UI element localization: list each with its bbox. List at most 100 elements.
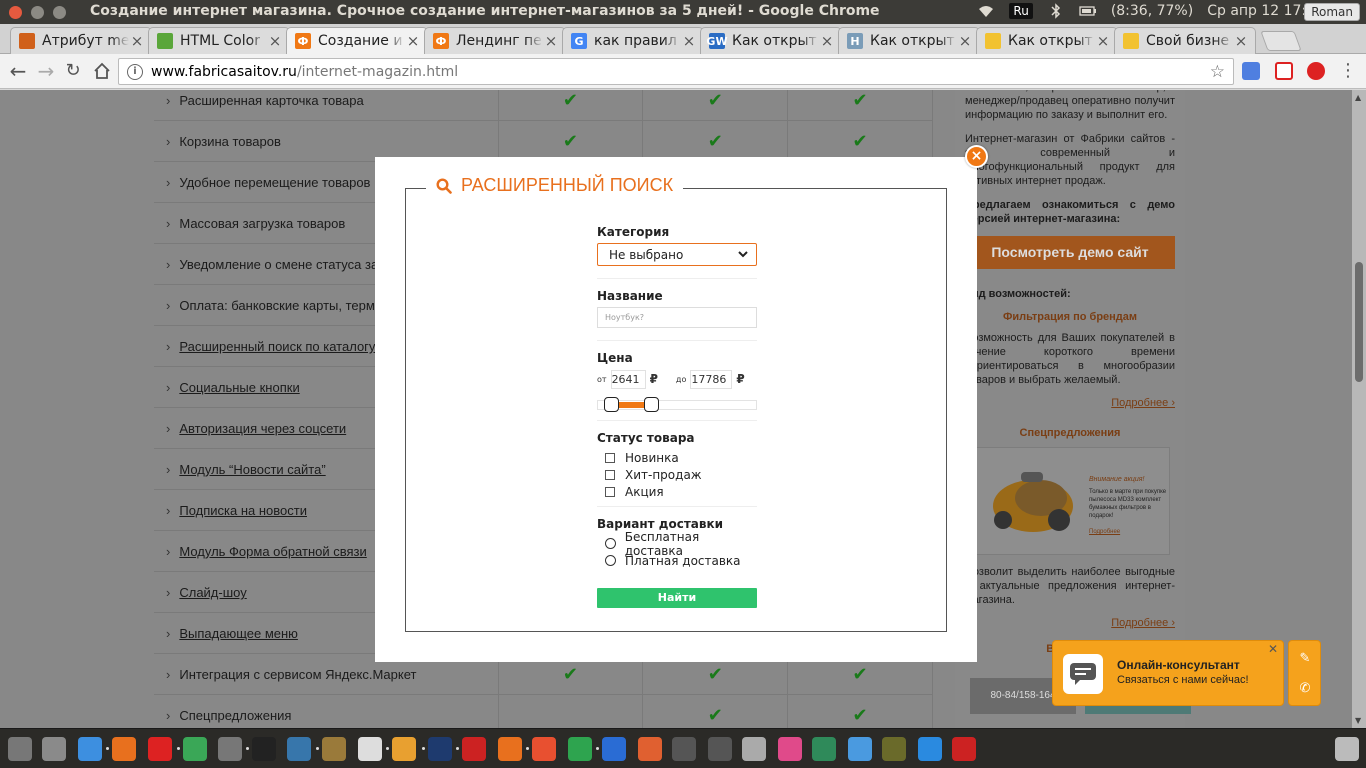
- swirl-icon[interactable]: [386, 737, 416, 761]
- tab-close-icon[interactable]: ×: [1095, 32, 1111, 50]
- home-icon[interactable]: [92, 61, 112, 81]
- scrollbar-thumb[interactable]: [1355, 262, 1363, 382]
- tab-close-icon[interactable]: ×: [405, 32, 421, 50]
- system-monitor-icon[interactable]: [708, 737, 732, 761]
- name-input[interactable]: Ноутбук?: [597, 307, 757, 328]
- adblock-extension-icon[interactable]: [1307, 62, 1325, 80]
- python-icon[interactable]: [287, 737, 311, 761]
- checkbox[interactable]: [605, 469, 615, 480]
- browser-tab[interactable]: Ф Лендинг пе ×: [424, 27, 566, 54]
- new-tab-button[interactable]: [1260, 31, 1302, 51]
- xchat-icon[interactable]: [882, 737, 906, 761]
- forward-arrow-icon[interactable]: →: [36, 61, 56, 81]
- window-minimize-button[interactable]: [31, 5, 44, 19]
- browser-tab[interactable]: GW Как открыт ×: [700, 27, 842, 54]
- address-bar[interactable]: i www.fabricasaitov.ru/internet-magazin.…: [118, 58, 1234, 85]
- upload-icon[interactable]: [952, 737, 976, 761]
- more-link[interactable]: Подробнее ›: [965, 397, 1175, 409]
- tab-close-icon[interactable]: ×: [1233, 32, 1249, 50]
- bookmark-star-icon[interactable]: ☆: [1210, 62, 1225, 82]
- price-slider-max-handle[interactable]: [644, 397, 659, 412]
- tab-close-icon[interactable]: ×: [267, 32, 283, 50]
- photos-icon[interactable]: [812, 737, 836, 761]
- calculator-icon[interactable]: [672, 737, 696, 761]
- tab-close-icon[interactable]: ×: [957, 32, 973, 50]
- files-icon[interactable]: [218, 737, 242, 761]
- radio-button[interactable]: [605, 555, 616, 566]
- tab-close-icon[interactable]: ×: [681, 32, 697, 50]
- status-option[interactable]: Хит-продаж: [597, 466, 757, 483]
- browser-tab[interactable]: Свой бизне ×: [1114, 27, 1256, 54]
- category-select[interactable]: Не выбрано: [597, 243, 757, 266]
- status-option[interactable]: Новинка: [597, 449, 757, 466]
- browser-tab[interactable]: Gкак правил ×: [562, 27, 704, 54]
- document-icon[interactable]: [358, 737, 382, 761]
- terminal-icon[interactable]: [246, 737, 276, 761]
- modal-close-button[interactable]: ×: [965, 145, 988, 168]
- wifi-icon[interactable]: [977, 3, 995, 19]
- gimp-icon[interactable]: [316, 737, 346, 761]
- browser-tab[interactable]: Атрибут meta×: [10, 27, 152, 54]
- price-to-input[interactable]: 17786: [690, 369, 733, 389]
- checkbox[interactable]: [605, 486, 615, 497]
- browser-tab[interactable]: Как открыт ×: [976, 27, 1118, 54]
- tab-close-icon[interactable]: ×: [129, 32, 145, 50]
- more-link[interactable]: Подробнее ›: [965, 617, 1175, 629]
- scroll-down-icon[interactable]: ▼: [1355, 716, 1361, 725]
- tab-close-icon[interactable]: ×: [543, 32, 559, 50]
- price-slider[interactable]: [597, 397, 757, 412]
- filezilla-icon[interactable]: [456, 737, 486, 761]
- archive-icon[interactable]: [742, 737, 766, 761]
- browser-tab[interactable]: H Как открыт ×: [838, 27, 980, 54]
- window-maximize-button[interactable]: [53, 5, 66, 19]
- price-slider-min-handle[interactable]: [604, 397, 619, 412]
- price-from-input[interactable]: 2641: [610, 369, 646, 389]
- profile-button[interactable]: Roman: [1304, 3, 1360, 21]
- translate-extension-icon[interactable]: [1242, 62, 1260, 80]
- browser-tab[interactable]: HTML Color ×: [148, 27, 290, 54]
- opera-icon[interactable]: [148, 737, 172, 761]
- status-option[interactable]: Акция: [597, 483, 757, 500]
- launcher-icon[interactable]: [8, 737, 32, 761]
- battery-icon[interactable]: [1079, 3, 1097, 19]
- gear-pink-icon[interactable]: [778, 737, 802, 761]
- demo-site-button[interactable]: Посмотреть демо сайт: [965, 236, 1175, 269]
- chrome-icon[interactable]: [177, 737, 207, 761]
- phone-call-icon[interactable]: ✆: [1297, 681, 1313, 697]
- firefox-icon[interactable]: [106, 737, 136, 761]
- blender-icon[interactable]: [498, 737, 522, 761]
- reload-icon[interactable]: ↻: [63, 61, 83, 81]
- checkbox[interactable]: [605, 452, 615, 463]
- radio-button[interactable]: [605, 538, 616, 549]
- code-editor-icon[interactable]: [422, 737, 452, 761]
- back-arrow-icon[interactable]: ←: [8, 61, 28, 81]
- bluetooth-icon[interactable]: [1047, 3, 1065, 19]
- site-info-icon[interactable]: i: [127, 63, 143, 80]
- delivery-option[interactable]: Платная доставка: [597, 552, 757, 569]
- text-editor-icon[interactable]: [596, 737, 626, 761]
- draw-icon[interactable]: [526, 737, 556, 761]
- write-message-icon[interactable]: ✎: [1297, 651, 1313, 667]
- trash-icon[interactable]: [1335, 737, 1359, 761]
- find-button[interactable]: Найти: [597, 588, 757, 608]
- finder-icon[interactable]: [78, 737, 102, 761]
- tab-close-icon[interactable]: ×: [819, 32, 835, 50]
- browser-tab[interactable]: Ф Создание и ×: [286, 27, 428, 54]
- spreadsheet-icon[interactable]: [568, 737, 592, 761]
- window-close-button[interactable]: [9, 5, 22, 19]
- page-scrollbar[interactable]: ▲ ▼: [1352, 90, 1366, 728]
- chrome-menu-icon[interactable]: ⋮: [1338, 61, 1358, 81]
- folder-icon[interactable]: [848, 737, 872, 761]
- promo-banner[interactable]: Внимание акция! Только в марте при покуп…: [970, 447, 1170, 555]
- feature-name-text: Расширенная карточка товара: [179, 93, 364, 108]
- delivery-option[interactable]: Бесплатная доставка: [597, 530, 757, 558]
- presentation-icon[interactable]: [638, 737, 662, 761]
- download-icon[interactable]: [918, 737, 942, 761]
- keyboard-layout-indicator[interactable]: Ru: [1009, 3, 1033, 19]
- settings-icon[interactable]: [42, 737, 66, 761]
- online-consultant-widget[interactable]: Онлайн-консультант Связаться с нами сейч…: [1052, 640, 1284, 706]
- shield-extension-icon[interactable]: [1275, 62, 1293, 80]
- scroll-up-icon[interactable]: ▲: [1355, 93, 1361, 102]
- close-icon[interactable]: ✕: [1268, 642, 1278, 656]
- promo-link[interactable]: Подробнее: [1089, 528, 1167, 536]
